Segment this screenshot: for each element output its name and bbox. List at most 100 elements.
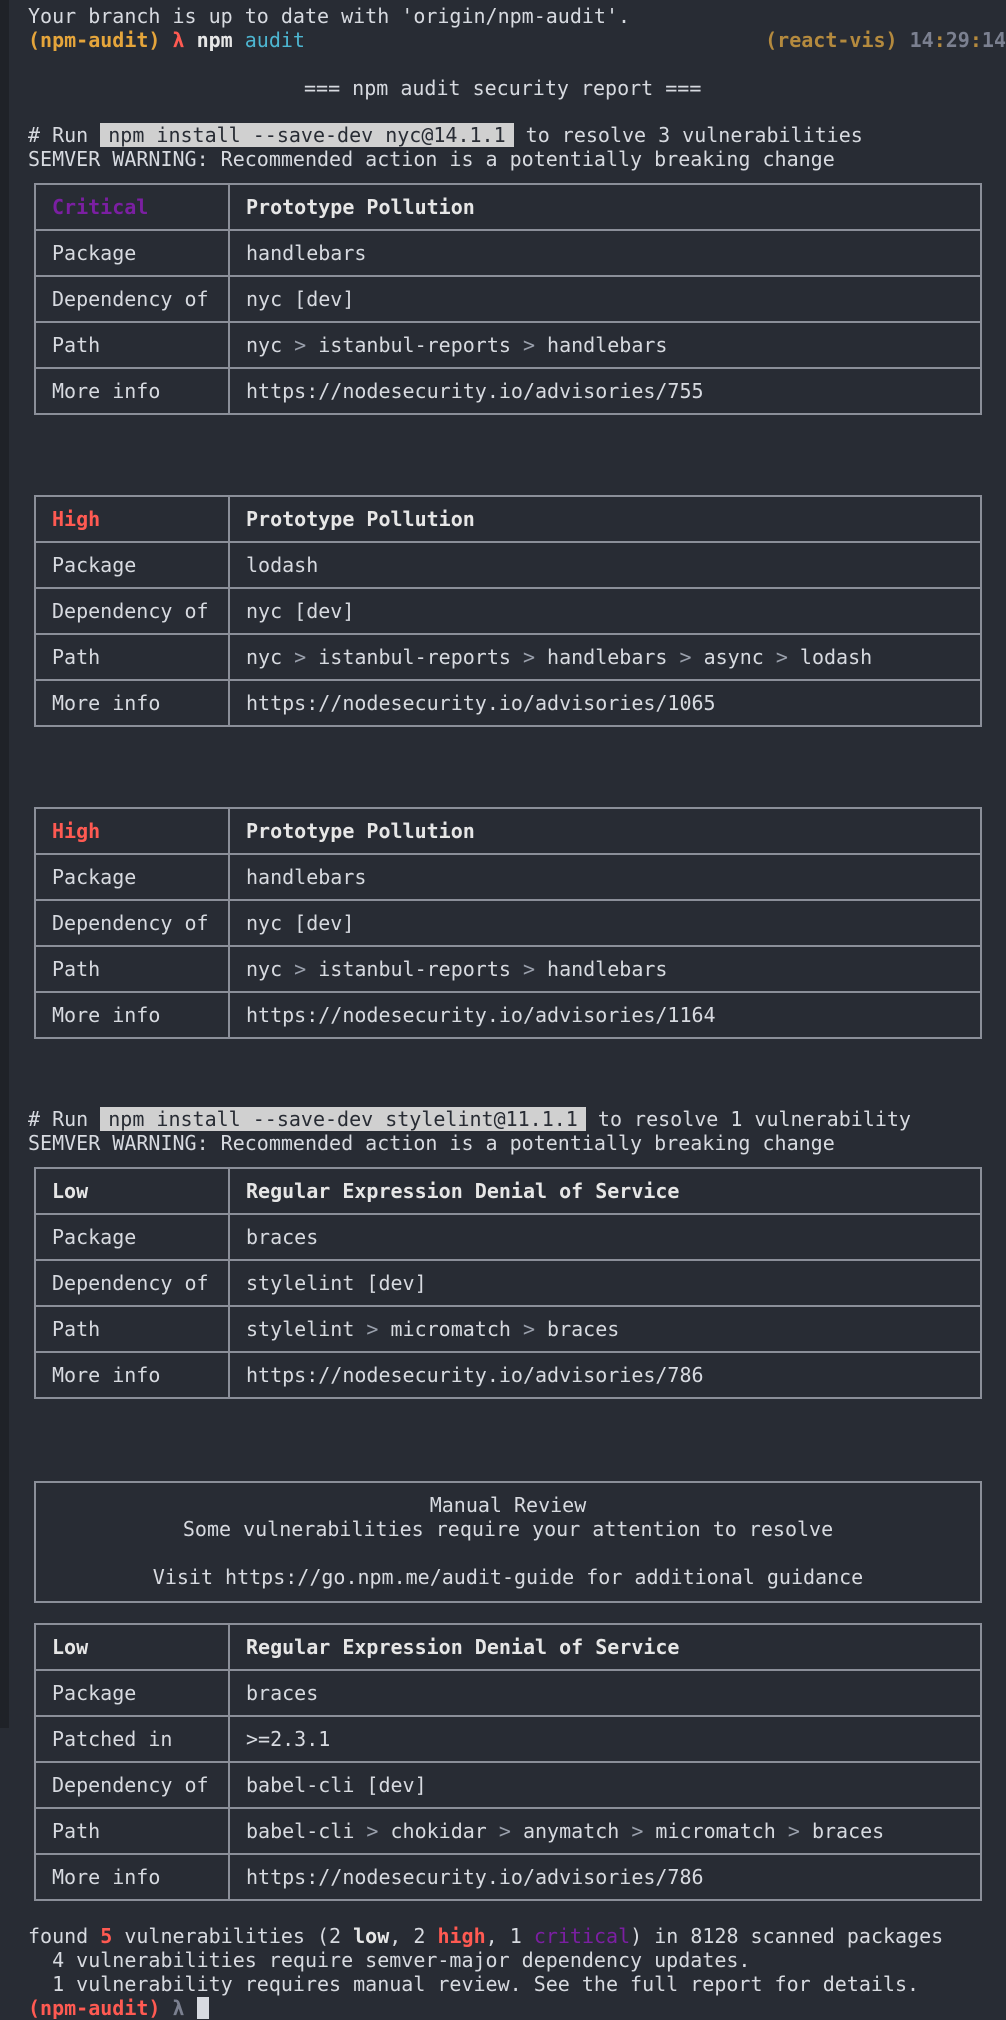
advisory-header-row: Low Regular Expression Denial of Service — [34, 1623, 982, 1671]
advisory-link[interactable]: https://nodesecurity.io/advisories/786 — [228, 1853, 982, 1901]
row-key: More info — [34, 1853, 230, 1901]
path-segment: braces — [811, 1819, 885, 1843]
path-segment: chokidar — [390, 1819, 487, 1843]
advisory-link[interactable]: https://nodesecurity.io/advisories/786 — [228, 1351, 982, 1399]
command-arg: audit — [244, 28, 305, 52]
row-key: Dependency of — [34, 1761, 230, 1809]
branch-status-line: Your branch is up to date with 'origin/n… — [28, 4, 630, 28]
total-count: 5 — [100, 1924, 113, 1948]
semver-warning-1: SEMVER WARNING: Recommended action is a … — [28, 147, 835, 171]
row-key: Dependency of — [34, 275, 230, 323]
advisory-row: More info https://nodesecurity.io/advisor… — [34, 991, 982, 1039]
advisory-row: Dependency of nyc [dev] — [34, 899, 982, 947]
advisory-row: Path stylelint > micromatch > braces — [34, 1305, 982, 1353]
advisory-row: More info https://nodesecurity.io/advisor… — [34, 1351, 982, 1399]
row-key: Path — [34, 1305, 230, 1353]
row-key: Package — [34, 229, 230, 277]
text-cursor — [196, 1997, 209, 2019]
advisory-table: Critical Prototype Pollution Package handle… — [34, 183, 982, 415]
advisory-header-row: Low Regular Expression Denial of Service — [34, 1167, 982, 1215]
final-prompt-lambda: λ — [172, 1996, 185, 2020]
path-separator: > — [354, 1819, 391, 1843]
dependency-path: stylelint > micromatch > braces — [228, 1305, 982, 1353]
path-segment: nyc — [246, 645, 283, 669]
advisory-row: More info https://nodesecurity.io/advisor… — [34, 367, 982, 415]
critical-word: critical — [533, 1924, 631, 1948]
advisory-header-row: High Prototype Pollution — [34, 807, 982, 855]
row-key: Dependency of — [34, 587, 230, 635]
row-key: Package — [34, 541, 230, 589]
advisory-title: Regular Expression Denial of Service — [228, 1623, 982, 1671]
path-separator: > — [619, 1819, 656, 1843]
advisory-table: High Prototype Pollution Package handlebars… — [34, 807, 982, 1039]
path-segment: istanbul-reports — [318, 645, 511, 669]
prompt-lambda: λ — [172, 28, 185, 52]
severity-cell: High — [34, 495, 230, 543]
severity-cell: High — [34, 807, 230, 855]
row-key: Dependency of — [34, 1259, 230, 1307]
run-instruction-2: # Run npm install --save-dev stylelint@1… — [28, 1107, 911, 1131]
branch-status-text: Your branch is up to date with 'origin/n… — [28, 4, 631, 28]
path-segment: istanbul-reports — [318, 957, 511, 981]
dependency-path: babel-cli > chokidar > anymatch > microm… — [228, 1807, 982, 1855]
run-instruction-1: # Run npm install --save-dev nyc@14.1.1 … — [28, 123, 863, 147]
advisory-title: Prototype Pollution — [228, 495, 982, 543]
row-value: nyc [dev] — [228, 899, 982, 947]
path-separator: > — [354, 1317, 391, 1341]
dependency-path: nyc > istanbul-reports > handlebars — [228, 945, 982, 993]
row-key: Path — [34, 321, 230, 369]
advisory-link[interactable]: https://nodesecurity.io/advisories/1065 — [228, 679, 982, 727]
command-prompt-line: (npm-audit) λ npm audit — [28, 28, 305, 52]
advisory-row: Patched in >=2.3.1 — [34, 1715, 982, 1763]
path-segment: nyc — [246, 957, 283, 981]
row-key: Package — [34, 1669, 230, 1717]
path-segment: micromatch — [390, 1317, 511, 1341]
path-segment: handlebars — [547, 645, 668, 669]
path-separator: > — [667, 645, 704, 669]
manual-review-title: Manual Review — [429, 1493, 587, 1517]
clock-minutes: 29 — [945, 28, 970, 52]
path-separator: > — [510, 957, 548, 981]
clock-hours: 14 — [909, 28, 934, 52]
row-key: Path — [34, 945, 230, 993]
path-segment: handlebars — [547, 957, 668, 981]
row-key: More info — [34, 679, 230, 727]
report-title: === npm audit security report === — [304, 76, 702, 100]
run-command-2[interactable]: npm install --save-dev stylelint@11.1.1 — [100, 1107, 586, 1131]
summary-line-3: 1 vulnerability requires manual review. … — [28, 1972, 920, 1996]
high-word: high — [437, 1924, 486, 1948]
path-separator: > — [763, 645, 800, 669]
row-value: babel-cli [dev] — [228, 1761, 982, 1809]
row-value: nyc [dev] — [228, 275, 982, 323]
row-value: >=2.3.1 — [228, 1715, 982, 1763]
row-value: handlebars — [228, 229, 982, 277]
command-name: npm — [196, 28, 233, 52]
path-separator: > — [282, 957, 319, 981]
dependency-path: nyc > istanbul-reports > handlebars — [228, 321, 982, 369]
summary-line-1: found 5 vulnerabilities (2 low, 2 high, … — [28, 1924, 944, 1948]
prompt-clock: (react-vis) 14:29:14 — [765, 28, 1006, 52]
path-segment: stylelint — [246, 1317, 355, 1341]
advisory-row: Path babel-cli > chokidar > anymatch > mi… — [34, 1807, 982, 1855]
row-value: handlebars — [228, 853, 982, 901]
advisory-row: Path nyc > istanbul-reports > handlebars … — [34, 633, 982, 681]
path-segment: nyc — [246, 333, 283, 357]
path-segment: lodash — [799, 645, 873, 669]
advisory-row: Dependency of babel-cli [dev] — [34, 1761, 982, 1809]
path-separator: > — [282, 333, 319, 357]
advisory-header-row: Critical Prototype Pollution — [34, 183, 982, 231]
env-label: (react-vis) — [765, 28, 898, 52]
path-separator: > — [775, 1819, 812, 1843]
row-key: More info — [34, 991, 230, 1039]
manual-review-subtitle: Some vulnerabilities require your attent… — [182, 1517, 834, 1541]
advisory-link[interactable]: https://nodesecurity.io/advisories/1164 — [228, 991, 982, 1039]
advisory-link[interactable]: https://nodesecurity.io/advisories/755 — [228, 367, 982, 415]
summary-line-2: 4 vulnerabilities require semver-major d… — [28, 1948, 751, 1972]
advisory-row: Path nyc > istanbul-reports > handlebars — [34, 321, 982, 369]
final-prompt-line[interactable]: (npm-audit) λ — [28, 1996, 209, 2020]
path-segment: handlebars — [547, 333, 668, 357]
advisory-row: Package braces — [34, 1669, 982, 1717]
advisory-row: Dependency of nyc [dev] — [34, 587, 982, 635]
run-command-1[interactable]: npm install --save-dev nyc@14.1.1 — [100, 123, 514, 147]
path-segment: async — [703, 645, 764, 669]
